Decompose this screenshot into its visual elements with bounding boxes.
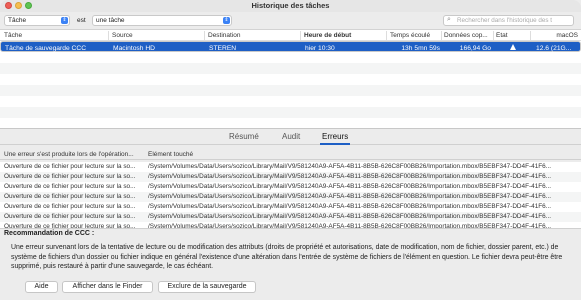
- recommendation-panel: Recommandation de CCC : Une erreur surve…: [0, 228, 581, 300]
- empty-row: [0, 85, 581, 96]
- recommendation-title: Recommandation de CCC :: [4, 230, 95, 237]
- error-message: Ouverture de ce fichier pour lecture sur…: [4, 183, 136, 190]
- affected-item-path: /System/Volumes/Data/Users/sozico/Librar…: [148, 213, 552, 220]
- task-table-header: Tâche Source Destination Heure de début …: [0, 30, 581, 41]
- exclude-from-backup-button[interactable]: Exclure de la sauvegarde: [158, 281, 256, 293]
- empty-row: [0, 74, 581, 85]
- chevron-updown-icon: ⇕: [61, 17, 68, 24]
- filter-operator-label: est: [77, 17, 86, 24]
- filter-target-value: une tâche: [96, 17, 125, 24]
- empty-row: [0, 52, 581, 63]
- col-header-source[interactable]: Source: [112, 32, 202, 39]
- table-row[interactable]: Ouverture de ce fichier pour lecture sur…: [0, 182, 581, 192]
- tab-audit[interactable]: Audit: [282, 132, 300, 141]
- filter-field-value: Tâche: [8, 17, 27, 24]
- table-row[interactable]: Ouverture de ce fichier pour lecture sur…: [0, 202, 581, 212]
- affected-item-path: /System/Volumes/Data/Users/sozico/Librar…: [148, 193, 552, 200]
- affected-item-path: /System/Volumes/Data/Users/sozico/Librar…: [148, 183, 552, 190]
- recommendation-text: Une erreur survenant lors de la tentativ…: [11, 244, 563, 271]
- task-history-window: Historique des tâches Tâche ⇕ est une tâ…: [0, 0, 581, 300]
- col-header-state[interactable]: État: [496, 32, 526, 39]
- col-header-destination[interactable]: Destination: [208, 32, 298, 39]
- table-row[interactable]: Tâche de sauvegarde CCC Macintosh HD STE…: [0, 41, 581, 52]
- task-history-table: Tâche Source Destination Heure de début …: [0, 30, 581, 128]
- error-message: Ouverture de ce fichier pour lecture sur…: [4, 173, 136, 180]
- error-message: Ouverture de ce fichier pour lecture sur…: [4, 193, 136, 200]
- empty-row: [0, 118, 581, 128]
- filter-target-select[interactable]: une tâche ⇕: [92, 15, 232, 26]
- affected-item-path: /System/Volumes/Data/Users/sozico/Librar…: [148, 163, 552, 170]
- filter-field-select[interactable]: Tâche ⇕: [4, 15, 70, 26]
- search-icon: ⌕: [447, 16, 451, 23]
- show-in-finder-button[interactable]: Afficher dans le Finder: [62, 281, 153, 293]
- filter-bar: Tâche ⇕ est une tâche ⇕ ⌕ Rechercher dan…: [0, 12, 581, 30]
- col-header-affected-item[interactable]: Élément touché: [148, 151, 268, 158]
- col-header-start-time[interactable]: Heure de début: [304, 32, 384, 39]
- error-message: Ouverture de ce fichier pour lecture sur…: [4, 203, 136, 210]
- table-row[interactable]: Ouverture de ce fichier pour lecture sur…: [0, 212, 581, 222]
- col-header-task[interactable]: Tâche: [4, 32, 104, 39]
- warning-triangle-icon: [510, 44, 516, 50]
- col-header-macos[interactable]: macOS: [538, 32, 578, 39]
- table-row[interactable]: Ouverture de ce fichier pour lecture sur…: [0, 172, 581, 182]
- table-row[interactable]: Ouverture de ce fichier pour lecture sur…: [0, 162, 581, 172]
- tab-errors[interactable]: Erreurs: [319, 132, 351, 145]
- errors-list: Ouverture de ce fichier pour lecture sur…: [0, 162, 581, 232]
- errors-table-header: Une erreur s'est produite lors de l'opér…: [0, 149, 581, 160]
- help-button[interactable]: Aide: [25, 281, 58, 293]
- history-search-input[interactable]: ⌕ Rechercher dans l'historique des t: [443, 15, 574, 26]
- window-title: Historique des tâches: [251, 1, 330, 10]
- col-header-data-copied[interactable]: Données cop...: [444, 32, 492, 39]
- details-tabs: Résumé Audit Erreurs: [0, 129, 581, 145]
- empty-row: [0, 63, 581, 74]
- title-bar: Historique des tâches: [0, 0, 581, 12]
- tab-summary[interactable]: Résumé: [229, 132, 259, 141]
- details-pane: Résumé Audit Erreurs Une erreur s'est pr…: [0, 128, 581, 300]
- search-placeholder: Rechercher dans l'historique des t: [457, 17, 553, 24]
- affected-item-path: /System/Volumes/Data/Users/sozico/Librar…: [148, 173, 552, 180]
- empty-row: [0, 107, 581, 118]
- col-header-elapsed[interactable]: Temps écoulé: [390, 32, 440, 39]
- chevron-updown-icon: ⇕: [223, 17, 230, 24]
- table-row[interactable]: Ouverture de ce fichier pour lecture sur…: [0, 192, 581, 202]
- error-message: Ouverture de ce fichier pour lecture sur…: [4, 213, 136, 220]
- error-message: Ouverture de ce fichier pour lecture sur…: [4, 163, 136, 170]
- empty-row: [0, 96, 581, 107]
- affected-item-path: /System/Volumes/Data/Users/sozico/Librar…: [148, 203, 552, 210]
- col-header-error[interactable]: Une erreur s'est produite lors de l'opér…: [4, 151, 144, 158]
